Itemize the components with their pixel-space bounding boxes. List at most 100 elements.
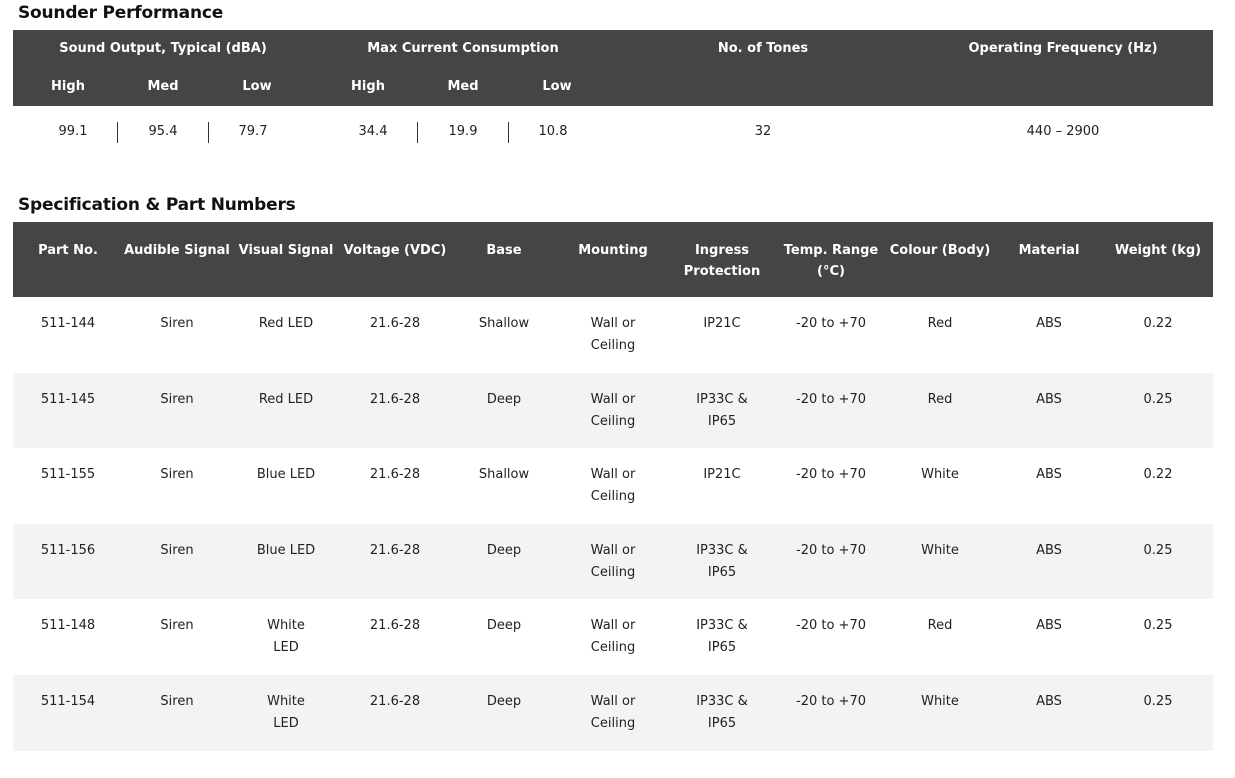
sound-med-value: 95.4 bbox=[148, 124, 178, 139]
cell-voltage: 21.6-28 bbox=[369, 618, 421, 634]
cell-visual-signal: White LED bbox=[267, 618, 305, 656]
cell-colour: Red bbox=[927, 391, 953, 407]
tones-value: 32 bbox=[754, 124, 772, 139]
tones-header: No. of Tones bbox=[717, 41, 809, 56]
sound-low-header: Low bbox=[242, 79, 272, 94]
cell-material: ABS bbox=[1036, 391, 1062, 407]
separator bbox=[417, 122, 418, 143]
performance-title: Sounder Performance bbox=[18, 3, 224, 23]
cell-base: Deep bbox=[486, 693, 522, 709]
cell-audible-signal: Siren bbox=[160, 316, 194, 331]
cell-material: ABS bbox=[1036, 542, 1062, 558]
current-high-header: High bbox=[351, 79, 385, 94]
cell-part-no: 511-148 bbox=[40, 618, 96, 634]
frequency-value: 440 – 2900 bbox=[1026, 124, 1100, 139]
performance-header: Sound Output, Typical (dBA) Max Current … bbox=[13, 30, 1213, 106]
cell-weight: 0.25 bbox=[1143, 693, 1173, 709]
cell-material: ABS bbox=[1036, 316, 1062, 331]
separator bbox=[208, 122, 209, 143]
sound-high-header: High bbox=[51, 79, 85, 94]
cell-weight: 0.22 bbox=[1143, 467, 1173, 483]
spec-table-body: 511-144 Siren Red LED 21.6-28 Shallow Wa… bbox=[13, 297, 1213, 751]
col-part-no: Part No. bbox=[38, 243, 98, 258]
cell-temp-range: -20 to +70 bbox=[796, 316, 866, 331]
current-high-value: 34.4 bbox=[358, 124, 388, 139]
cell-ingress-protection: IP33C & IP65 bbox=[696, 391, 748, 429]
cell-material: ABS bbox=[1036, 467, 1062, 483]
table-row: 511-156 Siren Blue LED 21.6-28 Deep Wall… bbox=[13, 523, 1213, 600]
cell-visual-signal: Blue LED bbox=[256, 467, 316, 483]
cell-part-no: 511-156 bbox=[40, 542, 96, 558]
cell-colour: Red bbox=[927, 618, 953, 634]
cell-audible-signal: Siren bbox=[160, 693, 194, 709]
col-temp-range: Temp. Range (°C) bbox=[783, 243, 879, 279]
cell-material: ABS bbox=[1036, 618, 1062, 634]
cell-colour: White bbox=[921, 467, 959, 483]
cell-base: Deep bbox=[486, 391, 522, 407]
table-row: 511-148 Siren White LED 21.6-28 Deep Wal… bbox=[13, 599, 1213, 675]
cell-part-no: 511-144 bbox=[40, 316, 96, 331]
cell-weight: 0.25 bbox=[1143, 391, 1173, 407]
col-mounting: Mounting bbox=[578, 243, 648, 258]
cell-visual-signal: White LED bbox=[267, 693, 305, 731]
cell-ingress-protection: IP21C bbox=[703, 316, 741, 331]
cell-mounting: Wall or Ceiling bbox=[590, 316, 636, 353]
cell-mounting: Wall or Ceiling bbox=[590, 391, 636, 429]
cell-ingress-protection: IP33C & IP65 bbox=[696, 542, 748, 580]
separator bbox=[117, 122, 118, 143]
col-material: Material bbox=[1018, 243, 1080, 258]
current-med-value: 19.9 bbox=[448, 124, 478, 139]
col-base: Base bbox=[486, 243, 522, 258]
cell-weight: 0.25 bbox=[1143, 542, 1173, 558]
cell-temp-range: -20 to +70 bbox=[796, 618, 866, 634]
spec-header: Part No. Audible Signal Visual Signal Vo… bbox=[13, 222, 1213, 297]
cell-ingress-protection: IP21C bbox=[703, 467, 741, 483]
cell-voltage: 21.6-28 bbox=[369, 542, 421, 558]
col-visual-signal: Visual Signal bbox=[238, 243, 334, 258]
cell-voltage: 21.6-28 bbox=[369, 693, 421, 709]
spec-title: Specification & Part Numbers bbox=[18, 195, 296, 215]
cell-mounting: Wall or Ceiling bbox=[590, 693, 636, 731]
col-ingress-protection: Ingress Protection bbox=[683, 243, 761, 279]
col-colour: Colour (Body) bbox=[889, 243, 991, 258]
cell-audible-signal: Siren bbox=[160, 618, 194, 634]
current-med-header: Med bbox=[447, 79, 479, 94]
current-low-header: Low bbox=[542, 79, 572, 94]
col-voltage: Voltage (VDC) bbox=[343, 243, 447, 258]
cell-material: ABS bbox=[1036, 693, 1062, 709]
cell-part-no: 511-145 bbox=[40, 391, 96, 407]
cell-ingress-protection: IP33C & IP65 bbox=[696, 618, 748, 656]
cell-audible-signal: Siren bbox=[160, 542, 194, 558]
col-weight: Weight (kg) bbox=[1114, 243, 1202, 258]
cell-base: Deep bbox=[486, 542, 522, 558]
cell-audible-signal: Siren bbox=[160, 467, 194, 483]
cell-colour: Red bbox=[927, 316, 953, 331]
cell-audible-signal: Siren bbox=[160, 391, 194, 407]
cell-base: Deep bbox=[486, 618, 522, 634]
cell-mounting: Wall or Ceiling bbox=[590, 542, 636, 580]
cell-part-no: 511-155 bbox=[40, 467, 96, 483]
separator bbox=[508, 122, 509, 143]
cell-weight: 0.25 bbox=[1143, 618, 1173, 634]
cell-temp-range: -20 to +70 bbox=[796, 391, 866, 407]
sound-low-value: 79.7 bbox=[238, 124, 268, 139]
col-audible-signal: Audible Signal bbox=[124, 243, 230, 258]
cell-temp-range: -20 to +70 bbox=[796, 467, 866, 483]
cell-mounting: Wall or Ceiling bbox=[590, 467, 636, 505]
cell-base: Shallow bbox=[478, 316, 530, 331]
cell-ingress-protection: IP33C & IP65 bbox=[696, 693, 748, 731]
cell-mounting: Wall or Ceiling bbox=[590, 618, 636, 656]
max-current-header: Max Current Consumption bbox=[367, 41, 559, 56]
table-row: 511-145 Siren Red LED 21.6-28 Deep Wall … bbox=[13, 372, 1213, 449]
table-row: 511-154 Siren White LED 21.6-28 Deep Wal… bbox=[13, 674, 1213, 751]
cell-visual-signal: Red LED bbox=[258, 316, 314, 331]
frequency-header: Operating Frequency (Hz) bbox=[968, 41, 1158, 56]
cell-base: Shallow bbox=[478, 467, 530, 483]
cell-voltage: 21.6-28 bbox=[369, 316, 421, 331]
cell-visual-signal: Blue LED bbox=[256, 542, 316, 558]
sound-output-header: Sound Output, Typical (dBA) bbox=[59, 41, 267, 56]
current-low-value: 10.8 bbox=[538, 124, 568, 139]
cell-colour: White bbox=[921, 542, 959, 558]
cell-voltage: 21.6-28 bbox=[369, 391, 421, 407]
table-row: 511-144 Siren Red LED 21.6-28 Shallow Wa… bbox=[13, 297, 1213, 373]
